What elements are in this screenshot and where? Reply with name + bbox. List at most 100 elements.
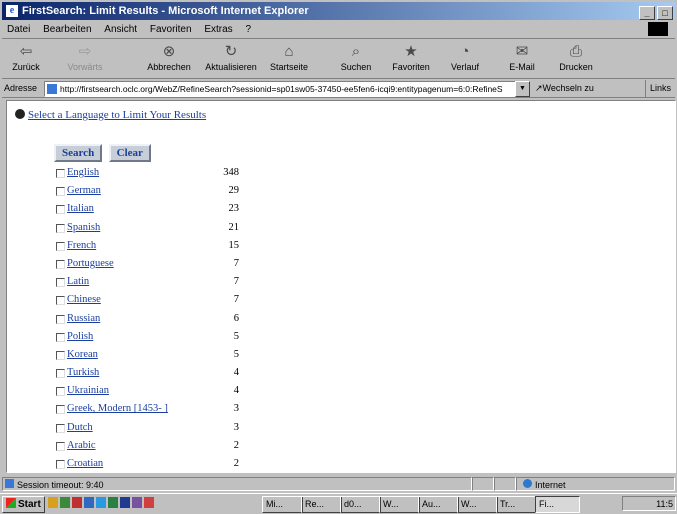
clear-button[interactable]: Clear — [108, 144, 151, 162]
language-link[interactable]: Portuguese — [67, 255, 114, 273]
language-count: 15 — [228, 239, 240, 251]
language-checkbox[interactable] — [56, 241, 65, 251]
language-link[interactable]: Greek, Modern [1453- ] — [67, 400, 168, 418]
language-checkbox[interactable] — [56, 369, 65, 379]
language-checkbox[interactable] — [56, 205, 65, 215]
language-link[interactable]: Dutch — [67, 419, 93, 437]
taskbar-item-label: Au... — [422, 499, 441, 509]
language-checkbox[interactable] — [56, 423, 65, 433]
start-button[interactable]: Start — [2, 496, 45, 513]
language-count: 6 — [233, 312, 239, 324]
language-checkbox[interactable] — [56, 350, 65, 360]
back-arrow-icon: ⇦ — [19, 43, 33, 60]
taskbar-item[interactable]: Au... — [418, 496, 459, 513]
language-link[interactable]: Arabic — [67, 437, 96, 455]
history-button[interactable]: ◔ Verlauf — [445, 42, 485, 72]
language-checkbox[interactable] — [56, 460, 65, 469]
taskbar-item[interactable]: W... — [379, 496, 420, 513]
forward-label: Vorwärts — [67, 62, 103, 72]
language-row: German 29 — [7, 182, 307, 200]
home-label: Startseite — [269, 62, 309, 72]
taskbar-item[interactable]: W... — [457, 496, 498, 513]
language-link[interactable]: German — [67, 182, 101, 200]
menu-bearbeiten[interactable]: Bearbeiten — [43, 24, 91, 35]
address-input[interactable]: http://firstsearch.oclc.org/WebZ/RefineS… — [44, 81, 516, 97]
quick-launch-icon[interactable] — [132, 497, 142, 508]
quick-launch-icon[interactable] — [144, 497, 154, 508]
taskbar-item-active[interactable]: Fi... — [535, 496, 580, 513]
quick-launch-icon[interactable] — [108, 497, 118, 508]
menu-favoriten[interactable]: Favoriten — [150, 24, 192, 35]
language-row: Polish 5 — [7, 328, 307, 346]
stop-button[interactable]: ⊗ Abbrechen — [147, 42, 191, 72]
language-link[interactable]: Spanish — [67, 219, 100, 237]
language-link[interactable]: Croatian — [67, 455, 103, 472]
language-row: Ukrainian 4 — [7, 382, 307, 400]
language-checkbox[interactable] — [56, 332, 65, 342]
menu-ansicht[interactable]: Ansicht — [104, 24, 137, 35]
menu-help[interactable]: ? — [245, 24, 251, 35]
taskbar-item-label: d0... — [344, 499, 362, 509]
language-checkbox[interactable] — [56, 314, 65, 324]
go-button[interactable]: ↗Wechseln zu — [535, 80, 594, 97]
language-link[interactable]: Russian — [67, 310, 100, 328]
language-count: 7 — [233, 276, 239, 288]
forward-arrow-icon: ⇨ — [78, 43, 92, 60]
language-checkbox[interactable] — [56, 296, 65, 306]
language-row: Russian 6 — [7, 310, 307, 328]
links-button[interactable]: Links — [644, 80, 671, 97]
taskbar-item-label: Mi... — [266, 499, 283, 509]
language-link[interactable]: Ukrainian — [67, 382, 109, 400]
language-count: 3 — [233, 421, 239, 433]
mail-button[interactable]: ✉ E-Mail — [502, 42, 542, 72]
quick-launch-icon[interactable] — [48, 497, 58, 508]
language-checkbox[interactable] — [56, 259, 65, 269]
search-button[interactable]: ⌕ Suchen — [336, 42, 376, 72]
language-checkbox[interactable] — [56, 223, 65, 233]
language-checkbox[interactable] — [56, 278, 65, 288]
language-checkbox[interactable] — [56, 405, 65, 415]
language-checkbox[interactable] — [56, 187, 65, 197]
maximize-button[interactable]: □ — [657, 6, 673, 20]
taskbar-item[interactable]: Re... — [301, 496, 342, 513]
taskbar-item[interactable]: Mi... — [262, 496, 303, 513]
language-link[interactable]: Polish — [67, 328, 93, 346]
menu-extras[interactable]: Extras — [204, 24, 232, 35]
windows-flag-icon — [648, 22, 668, 36]
home-button[interactable]: ⌂ Startseite — [267, 42, 311, 72]
toolbar: ⇦ Zurück ⇨ Vorwärts ⊗ Abbrechen ↻ Aktual… — [2, 40, 675, 79]
print-button[interactable]: ⎙ Drucken — [555, 42, 597, 72]
refresh-button[interactable]: ↻ Aktualisieren — [201, 42, 261, 72]
language-link[interactable]: Latin — [67, 273, 89, 291]
quick-launch-icon[interactable] — [120, 497, 130, 508]
forward-button[interactable]: ⇨ Vorwärts — [64, 42, 106, 72]
quick-launch-icon[interactable] — [72, 497, 82, 508]
heading-link[interactable]: Select a Language to Limit Your Results — [28, 109, 206, 121]
taskbar-item[interactable]: d0... — [340, 496, 381, 513]
favorites-icon: ★ — [404, 43, 418, 60]
menu-datei[interactable]: Datei — [7, 24, 30, 35]
quick-launch-icon[interactable] — [60, 497, 70, 508]
language-link[interactable]: Korean — [67, 346, 98, 364]
language-link[interactable]: Chinese — [67, 291, 101, 309]
quick-launch-icon[interactable] — [84, 497, 94, 508]
language-checkbox[interactable] — [56, 441, 65, 451]
page-icon — [47, 84, 57, 94]
language-link[interactable]: French — [67, 237, 96, 255]
print-icon: ⎙ — [569, 43, 582, 60]
taskbar-item[interactable]: Tr... — [496, 496, 537, 513]
language-checkbox[interactable] — [56, 169, 65, 178]
language-link[interactable]: English — [67, 164, 99, 182]
back-button[interactable]: ⇦ Zurück — [8, 42, 44, 72]
minimize-button[interactable]: _ — [639, 6, 655, 20]
search-icon: ⌕ — [351, 43, 361, 60]
quick-launch-icon[interactable] — [96, 497, 106, 508]
search-submit-button[interactable]: Search — [54, 144, 103, 162]
language-link[interactable]: Turkish — [67, 364, 99, 382]
address-dropdown-icon[interactable]: ▼ — [515, 81, 530, 97]
history-icon: ◔ — [460, 43, 470, 60]
favorites-button[interactable]: ★ Favoriten — [388, 42, 434, 72]
language-link[interactable]: Italian — [67, 200, 94, 218]
language-checkbox[interactable] — [56, 387, 65, 397]
status-pane-empty-2 — [494, 477, 516, 491]
